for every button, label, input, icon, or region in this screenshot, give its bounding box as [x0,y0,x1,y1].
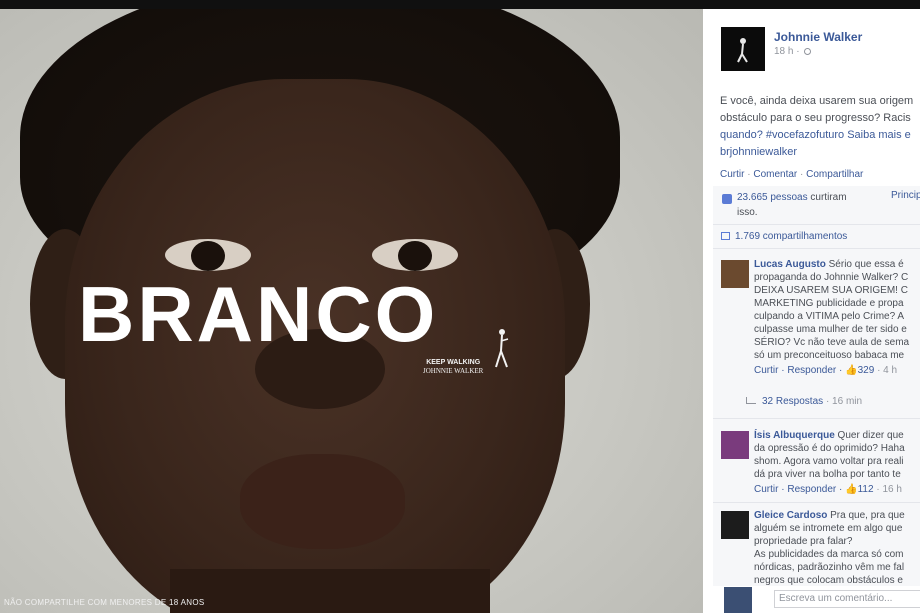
comment-meta: Curtir · Responder · 👍112 · 16 h [754,484,902,495]
share-link[interactable]: Compartilhar [797,169,863,180]
comment-line: nórdicas, padrãozinho vêm me fal [754,562,905,573]
thumb-up-icon [722,194,732,204]
post-actions: CurtirComentarCompartilhar [720,169,863,180]
comment-line: As publicidades da marca só com [754,549,904,560]
reply-arrow-icon [746,397,756,404]
commenter-avatar[interactable] [721,260,749,288]
comment-meta: Curtir · Responder · 👍329 · 4 h [754,365,898,376]
commenter-avatar[interactable] [721,431,749,459]
divider [713,224,920,225]
comment-reply-link[interactable]: Responder [787,365,836,376]
shares-count[interactable]: 1.769 compartilhamentos [735,231,847,242]
top-bar [0,0,920,9]
likes-suffix: curtiram [810,192,847,203]
age-disclaimer: NÃO COMPARTILHE COM MENORES DE 18 ANOS [4,598,205,607]
divider [713,248,920,249]
comment-line: culpando a VITIMA pelo Crime? A [754,311,905,322]
post-text-line: quando? #vocefazofuturo Saiba mais e [720,127,920,144]
comment-input[interactable]: Escreva um comentário... [774,590,920,608]
likes-suffix-2: isso. [737,207,758,218]
comment-line: propriedade pra falar? [754,536,853,547]
comment-like-link[interactable]: Curtir [754,484,778,495]
post-timestamp[interactable]: 18 h · [774,46,811,57]
commenter-avatar[interactable] [721,511,749,539]
comment-line: DEIXA USAREM SUA ORIGEM! C [754,285,908,296]
comment-line: da opressão é do oprimido? Haha [754,443,905,454]
globe-icon [803,47,811,55]
comment-text: Pra que, pra que [830,510,905,521]
likes-count-link[interactable]: 23.665 pessoas [737,192,808,203]
comment-line: dá pra viver na bolha por tanto te [754,469,901,480]
comment-composer: Escreva um comentário... [718,587,920,613]
comment-line: propaganda do Johnnie Walker? C [754,272,909,283]
neck [170,569,490,613]
viewer-avatar [724,587,752,613]
replies-count[interactable]: 32 Respostas [762,396,823,407]
comment-line: alguém se intromete em algo que [754,523,903,534]
page-avatar[interactable] [721,27,765,71]
comment-line: culpasse uma mulher de ter sido e [754,324,907,335]
comment-body: Lucas Augusto Sério que essa é propagand… [754,258,920,377]
comment-line: SÉRIO? Vc não teve aula de sema [754,337,910,348]
comment-reply-link[interactable]: Responder [787,484,836,495]
comment-author[interactable]: Ísis Albuquerque [754,430,835,441]
ufi-box: 23.665 pessoas curtiram isso. Princip 1.… [713,186,920,586]
comment-time[interactable]: · 16 h [876,484,902,495]
replies-link[interactable]: 32 Respostas · 16 min [746,396,862,407]
shares-row[interactable]: 1.769 compartilhamentos [721,231,920,242]
comment-line: MARKETING publicidade e propa [754,298,904,309]
striding-man-logo-icon [495,329,509,368]
divider [713,418,920,419]
page-name-link[interactable]: Johnnie Walker [774,30,862,44]
hashtag-line[interactable]: quando? #vocefazofuturo Saiba mais e [720,129,911,141]
comment-link[interactable]: Comentar [744,169,797,180]
post-text-line: obstáculo para o seu progresso? Racis [720,112,911,124]
comment-time[interactable]: · 4 h [877,365,897,376]
tagline-keep-walking: KEEP WALKING [426,359,481,366]
share-icon [721,232,730,241]
post-text: E você, ainda deixa usarem sua origem ob… [720,93,920,161]
thumb-up-icon: 👍 [845,484,858,495]
comment-like-link[interactable]: Curtir [754,365,778,376]
comment-body: Ísis Albuquerque Quer dizer que da opres… [754,429,920,496]
comment-text: Sério que essa é [828,259,904,270]
comment-line: só um preconceituoso babaca me [754,350,905,361]
comment-body: Gleice Cardoso Pra que, pra que alguém s… [754,509,920,587]
comment-line: shom. Agora vamo voltar pra reali [754,456,904,467]
tagline-brand: JOHNNIE WALKER [423,367,484,375]
comment-line: negros que colocam obstáculos e [754,575,903,586]
divider [713,502,920,503]
replies-time: · 16 min [825,396,863,407]
comment-text: Quer dizer que [837,430,904,441]
ad-photo[interactable]: BRANCO KEEP WALKING JOHNNIE WALKER NÃO C… [0,9,703,613]
post-panel: Johnnie Walker 18 h · E você, ainda deix… [703,9,920,613]
post-text-line: E você, ainda deixa usarem sua origem [720,95,914,107]
likes-summary: 23.665 pessoas curtiram isso. [737,190,897,220]
ad-tagline: KEEP WALKING JOHNNIE WALKER [423,358,483,376]
comment-like-count[interactable]: 329 [858,365,875,376]
lips [240,454,405,549]
post-time-text[interactable]: 18 h · [774,46,800,57]
post-link[interactable]: brjohnniewalker [720,144,920,161]
popular-comments-toggle[interactable]: Princip [891,190,920,201]
right-eye [372,239,458,271]
comment-author[interactable]: Lucas Augusto [754,259,826,270]
left-eye [165,239,251,271]
comment-like-count[interactable]: 112 [858,484,874,495]
thumb-up-icon: 👍 [845,365,858,376]
striding-man-avatar-icon [737,38,748,63]
comment-author[interactable]: Gleice Cardoso [754,510,827,521]
ad-headline: BRANCO [78,270,439,358]
like-link[interactable]: Curtir [720,169,744,180]
post-header: Johnnie Walker 18 h · [703,9,920,81]
